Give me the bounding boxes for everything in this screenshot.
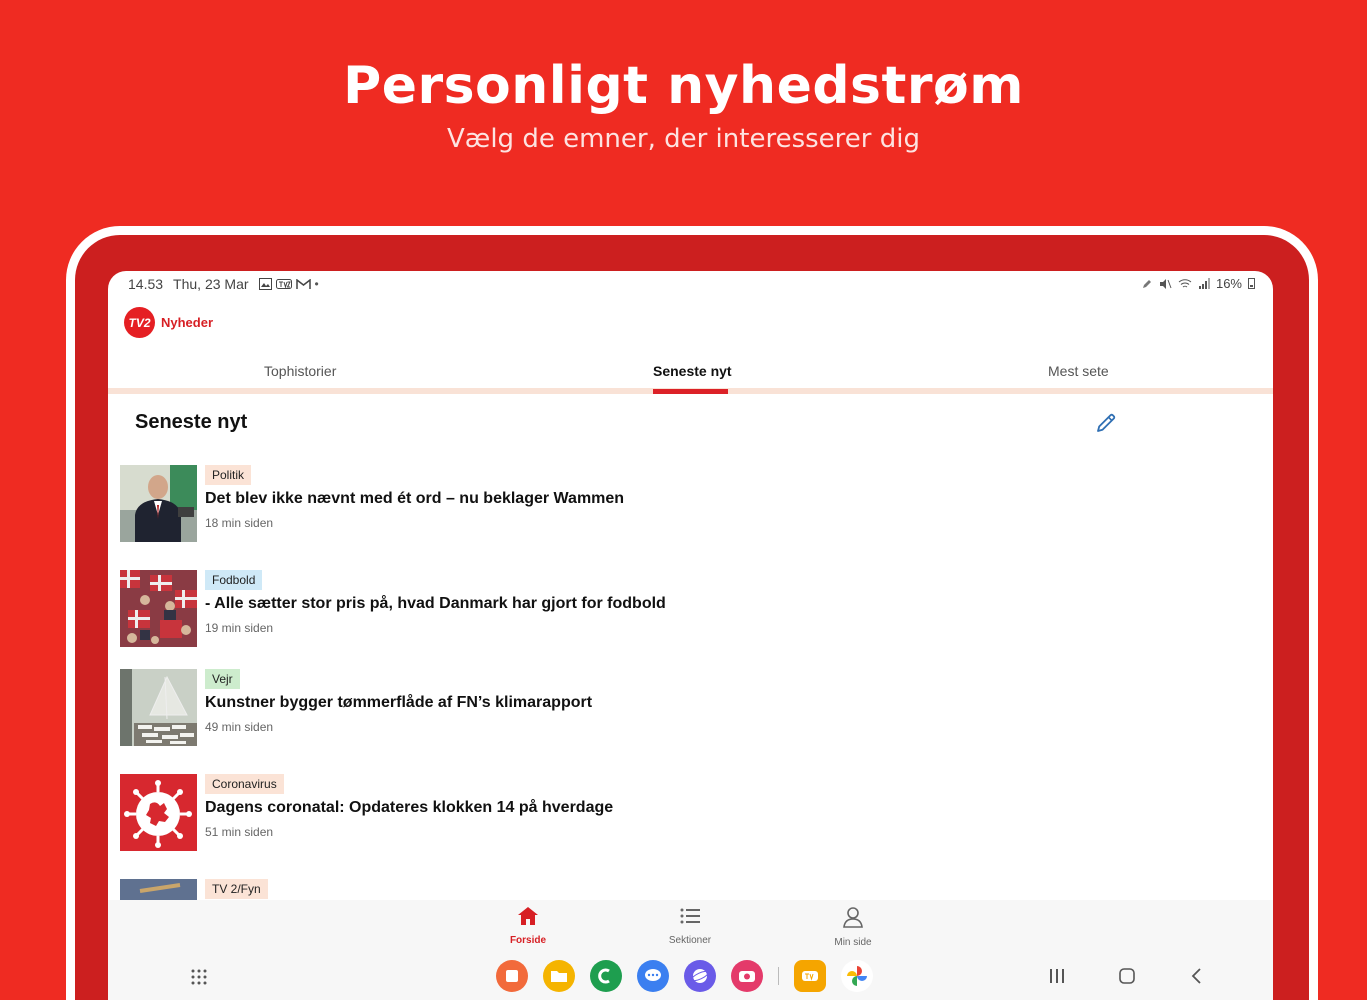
app-drawer-icon[interactable] xyxy=(190,968,208,986)
files-app-icon[interactable] xyxy=(543,960,575,992)
article-headline: Dagens coronatal: Opdateres klokken 14 p… xyxy=(205,799,614,816)
dock-separator xyxy=(778,967,779,985)
nav-item-forside[interactable]: Forside xyxy=(483,906,573,946)
gallery-notification-icon xyxy=(258,278,272,290)
article-headline: - Alle sætter stor pris på, hvad Danmark… xyxy=(205,595,666,612)
edit-pencil-icon[interactable] xyxy=(1094,411,1118,435)
article-tag: TV 2/Fyn xyxy=(205,879,268,899)
photos-app-icon[interactable] xyxy=(841,960,873,992)
tablet-screen: 14.53 Thu, 23 Mar • 16% TV2 Nyheder Toph… xyxy=(108,271,1273,1000)
tab-tophistorier[interactable]: Tophistorier xyxy=(264,363,336,379)
nav-label: Forside xyxy=(509,935,547,946)
phone-app-icon[interactable] xyxy=(590,960,622,992)
tv2-logo-badge: TV2 xyxy=(124,307,155,338)
person-icon xyxy=(843,907,863,928)
article-time: 49 min siden xyxy=(205,720,274,734)
article-thumbnail xyxy=(120,465,197,542)
article-thumbnail xyxy=(120,774,197,851)
article-item[interactable]: Coronavirus Dagens coronatal: Opdateres … xyxy=(120,774,820,854)
tv2-app-icon[interactable] xyxy=(794,960,826,992)
article-time: 18 min siden xyxy=(205,516,274,530)
signal-icon xyxy=(1198,278,1210,289)
nav-item-min-side[interactable]: Min side xyxy=(808,906,898,948)
home-button-icon[interactable] xyxy=(1118,967,1136,985)
status-time: 14.53 xyxy=(128,276,164,292)
active-tab-indicator xyxy=(653,389,728,394)
article-item[interactable]: Fodbold - Alle sætter stor pris på, hvad… xyxy=(120,570,820,650)
article-thumbnail xyxy=(120,669,197,746)
mute-icon xyxy=(1159,278,1172,289)
bottom-nav: Forside Sektioner Min side xyxy=(108,900,1273,950)
gmail-notification-icon xyxy=(295,278,311,289)
hero-title: Personligt nyhedstrøm xyxy=(343,56,1024,116)
messages-app-icon[interactable] xyxy=(637,960,669,992)
article-item[interactable]: Vejr Kunstner bygger tømmerflåde af FN’s… xyxy=(120,669,820,749)
nav-label: Sektioner xyxy=(668,935,712,946)
logo-text: Nyheder xyxy=(161,315,214,330)
tab-seneste-nyt[interactable]: Seneste nyt xyxy=(653,363,732,379)
camera-app-icon[interactable] xyxy=(731,960,763,992)
recent-apps-icon[interactable] xyxy=(1048,968,1066,984)
internet-app-icon[interactable] xyxy=(684,960,716,992)
battery-icon xyxy=(1248,278,1255,289)
app-logo[interactable]: TV2 Nyheder xyxy=(124,307,213,338)
tv2-notification-icon xyxy=(275,279,292,289)
tab-mest-sete[interactable]: Mest sete xyxy=(1048,363,1109,379)
article-headline: Det blev ikke nævnt med ét ord – nu bekl… xyxy=(205,490,625,507)
article-thumbnail xyxy=(120,570,197,647)
more-notifications-icon: • xyxy=(314,277,319,291)
nav-item-sektioner[interactable]: Sektioner xyxy=(645,906,735,946)
article-tag: Vejr xyxy=(205,669,240,689)
app-dock xyxy=(496,960,873,992)
notes-app-icon[interactable] xyxy=(496,960,528,992)
article-item[interactable]: Politik Det blev ikke nævnt med ét ord –… xyxy=(120,465,820,545)
status-date: Thu, 23 Mar xyxy=(173,276,249,292)
article-tag: Fodbold xyxy=(205,570,263,590)
article-headline: Kunstner bygger tømmerflåde af FN’s klim… xyxy=(205,694,593,711)
list-icon xyxy=(680,908,700,924)
system-bar xyxy=(108,950,1273,1000)
article-time: 19 min siden xyxy=(205,621,274,635)
home-icon xyxy=(518,907,538,925)
back-icon[interactable] xyxy=(1190,967,1204,985)
wifi-icon xyxy=(1178,279,1192,288)
article-tag: Politik xyxy=(205,465,252,485)
article-tag: Coronavirus xyxy=(205,774,284,794)
hero-subtitle: Vælg de emner, der interesserer dig xyxy=(447,124,920,154)
pen-icon xyxy=(1142,279,1151,288)
article-time: 51 min siden xyxy=(205,825,274,839)
section-title: Seneste nyt xyxy=(135,411,248,433)
battery-percent: 16% xyxy=(1215,276,1242,291)
nav-label: Min side xyxy=(834,937,872,948)
status-bar: 14.53 Thu, 23 Mar • 16% xyxy=(108,271,1273,295)
